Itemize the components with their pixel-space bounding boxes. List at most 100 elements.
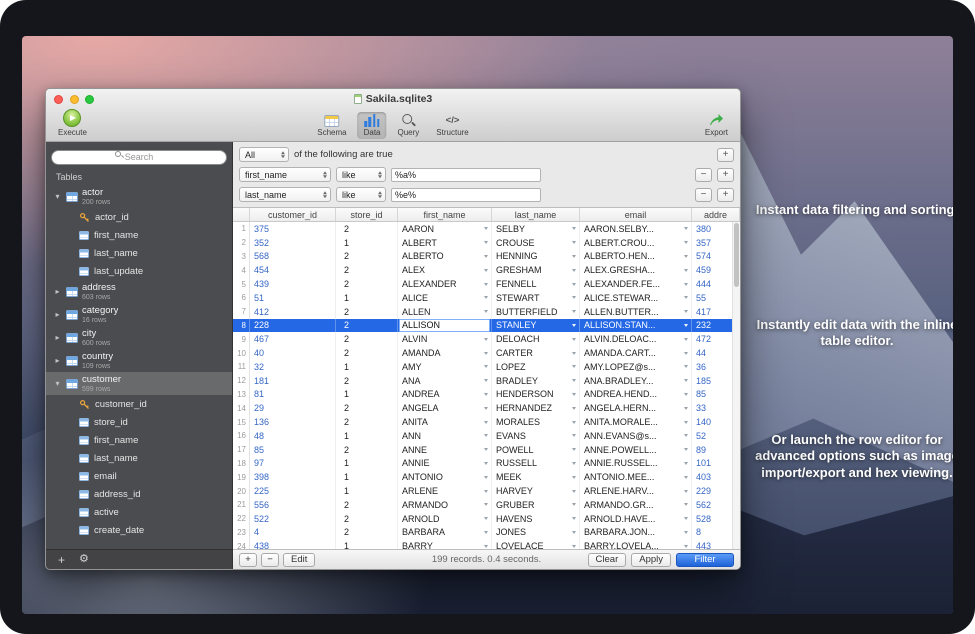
- cell-first-name[interactable]: ANNE: [398, 443, 492, 457]
- column-header[interactable]: store_id: [336, 208, 398, 221]
- match-select[interactable]: All: [239, 147, 289, 162]
- table-row[interactable]: 20 225 1 ARLENE HARVEY ARLENE.HARV... 22…: [233, 484, 740, 498]
- cell-email[interactable]: ALEXANDER.FE...: [580, 277, 692, 291]
- cell-dropdown-icon[interactable]: [572, 476, 576, 479]
- cell-first-name[interactable]: ALLISON: [398, 319, 492, 333]
- cell-store-id[interactable]: 2: [336, 415, 398, 429]
- cell-dropdown-icon[interactable]: [572, 338, 576, 341]
- table-row[interactable]: 8 228 2 ALLISON STANLEY ALLISON.STAN... …: [233, 319, 740, 333]
- cell-dropdown-icon[interactable]: [572, 269, 576, 272]
- cell-store-id[interactable]: 1: [336, 291, 398, 305]
- cell-dropdown-icon[interactable]: [484, 310, 488, 313]
- cell-store-id[interactable]: 2: [336, 305, 398, 319]
- table-row[interactable]: 22 522 2 ARNOLD HAVENS ARNOLD.HAVE... 52…: [233, 512, 740, 526]
- cell-customer-id[interactable]: 97: [250, 457, 336, 471]
- sidebar-column-item[interactable]: last_name: [46, 449, 232, 467]
- cell-customer-id[interactable]: 556: [250, 498, 336, 512]
- filter-operator-select[interactable]: like: [336, 167, 386, 182]
- cell-customer-id[interactable]: 136: [250, 415, 336, 429]
- cell-last-name[interactable]: DELOACH: [492, 332, 580, 346]
- cell-customer-id[interactable]: 228: [250, 319, 336, 333]
- cell-store-id[interactable]: 2: [336, 222, 398, 236]
- table-row[interactable]: 4 454 2 ALEX GRESHAM ALEX.GRESHA... 459: [233, 263, 740, 277]
- cell-dropdown-icon[interactable]: [572, 365, 576, 368]
- disclosure-icon[interactable]: ▾: [53, 192, 62, 201]
- sidebar-table-item[interactable]: ▸ city 600 rows: [46, 326, 232, 349]
- cell-email[interactable]: BARRY.LOVELA...: [580, 539, 692, 549]
- cell-email[interactable]: ALBERT.CROU...: [580, 236, 692, 250]
- cell-last-name[interactable]: FENNELL: [492, 277, 580, 291]
- cell-email[interactable]: BARBARA.JON...: [580, 526, 692, 540]
- sidebar-table-item[interactable]: ▾ actor 200 rows: [46, 185, 232, 208]
- cell-dropdown-icon[interactable]: [572, 545, 576, 548]
- column-header[interactable]: addre: [692, 208, 740, 221]
- disclosure-icon[interactable]: ▸: [53, 310, 62, 319]
- cell-dropdown-icon[interactable]: [484, 448, 488, 451]
- cell-first-name[interactable]: ANNIE: [398, 457, 492, 471]
- cell-dropdown-icon[interactable]: [684, 269, 688, 272]
- cell-dropdown-icon[interactable]: [684, 476, 688, 479]
- cell-email[interactable]: AARON.SELBY...: [580, 222, 692, 236]
- cell-customer-id[interactable]: 81: [250, 388, 336, 402]
- cell-dropdown-icon[interactable]: [684, 241, 688, 244]
- cell-last-name[interactable]: STEWART: [492, 291, 580, 305]
- cell-store-id[interactable]: 1: [336, 360, 398, 374]
- cell-customer-id[interactable]: 352: [250, 236, 336, 250]
- cell-dropdown-icon[interactable]: [572, 310, 576, 313]
- cell-dropdown-icon[interactable]: [572, 407, 576, 410]
- cell-store-id[interactable]: 2: [336, 250, 398, 264]
- cell-dropdown-icon[interactable]: [684, 462, 688, 465]
- filter-operator-select[interactable]: like: [336, 187, 386, 202]
- close-button[interactable]: [54, 95, 63, 104]
- cell-last-name[interactable]: JONES: [492, 526, 580, 540]
- cell-dropdown-icon[interactable]: [572, 421, 576, 424]
- cell-first-name[interactable]: ANDREA: [398, 388, 492, 402]
- cell-dropdown-icon[interactable]: [572, 462, 576, 465]
- table-row[interactable]: 15 136 2 ANITA MORALES ANITA.MORALE... 1…: [233, 415, 740, 429]
- table-row[interactable]: 21 556 2 ARMANDO GRUBER ARMANDO.GR... 56…: [233, 498, 740, 512]
- cell-dropdown-icon[interactable]: [684, 393, 688, 396]
- cell-customer-id[interactable]: 568: [250, 250, 336, 264]
- cell-dropdown-icon[interactable]: [684, 421, 688, 424]
- cell-email[interactable]: ANA.BRADLEY...: [580, 374, 692, 388]
- cell-dropdown-icon[interactable]: [484, 241, 488, 244]
- query-button[interactable]: Query: [392, 111, 426, 139]
- cell-email[interactable]: ANITA.MORALE...: [580, 415, 692, 429]
- cell-dropdown-icon[interactable]: [572, 241, 576, 244]
- remove-row-button[interactable]: −: [261, 553, 279, 567]
- cell-last-name[interactable]: RUSSELL: [492, 457, 580, 471]
- cell-dropdown-icon[interactable]: [484, 421, 488, 424]
- filter-value-input[interactable]: [391, 188, 541, 202]
- gear-icon[interactable]: ⚙: [79, 554, 89, 565]
- table-row[interactable]: 6 51 1 ALICE STEWART ALICE.STEWAR... 55: [233, 291, 740, 305]
- sidebar-table-item[interactable]: ▾ customer 599 rows: [46, 372, 232, 395]
- edit-row-button[interactable]: Edit: [283, 553, 315, 567]
- cell-store-id[interactable]: 2: [336, 443, 398, 457]
- sidebar-column-item[interactable]: address_id: [46, 485, 232, 503]
- cell-dropdown-icon[interactable]: [572, 531, 576, 534]
- cell-customer-id[interactable]: 48: [250, 429, 336, 443]
- filter-button[interactable]: Filter: [676, 553, 734, 567]
- structure-button[interactable]: </> Structure: [430, 111, 474, 139]
- cell-store-id[interactable]: 1: [336, 470, 398, 484]
- cell-last-name[interactable]: BRADLEY: [492, 374, 580, 388]
- cell-customer-id[interactable]: 29: [250, 401, 336, 415]
- cell-dropdown-icon[interactable]: [572, 379, 576, 382]
- sidebar-column-item[interactable]: last_update: [46, 262, 232, 280]
- cell-first-name[interactable]: BARBARA: [398, 526, 492, 540]
- cell-first-name[interactable]: ANN: [398, 429, 492, 443]
- cell-last-name[interactable]: CROUSE: [492, 236, 580, 250]
- cell-dropdown-icon[interactable]: [572, 393, 576, 396]
- cell-last-name[interactable]: HARVEY: [492, 484, 580, 498]
- cell-last-name[interactable]: LOPEZ: [492, 360, 580, 374]
- table-row[interactable]: 16 48 1 ANN EVANS ANN.EVANS@s... 52: [233, 429, 740, 443]
- sidebar-table-item[interactable]: ▸ address 603 rows: [46, 280, 232, 303]
- window-titlebar[interactable]: Sakila.sqlite3: [46, 89, 740, 109]
- table-row[interactable]: 2 352 1 ALBERT CROUSE ALBERT.CROU... 357: [233, 236, 740, 250]
- cell-dropdown-icon[interactable]: [684, 283, 688, 286]
- cell-dropdown-icon[interactable]: [572, 324, 576, 327]
- cell-store-id[interactable]: 2: [336, 277, 398, 291]
- cell-dropdown-icon[interactable]: [684, 434, 688, 437]
- cell-first-name[interactable]: ALVIN: [398, 332, 492, 346]
- cell-customer-id[interactable]: 85: [250, 443, 336, 457]
